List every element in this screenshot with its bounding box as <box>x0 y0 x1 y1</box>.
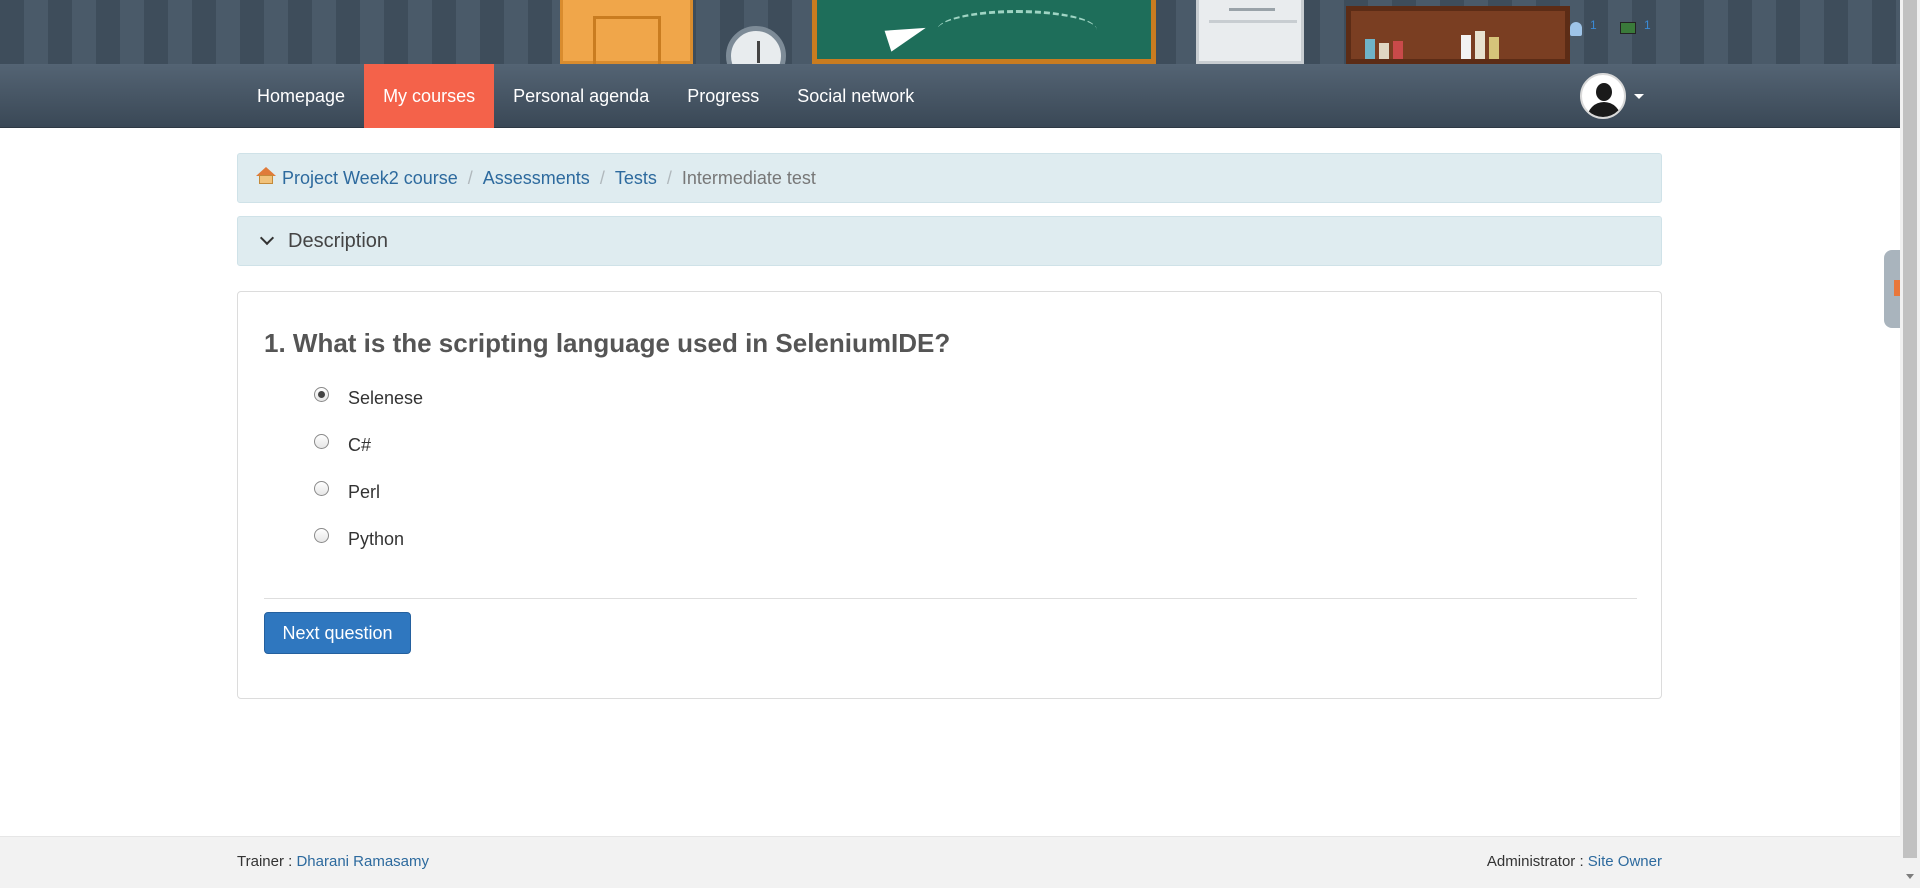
door-illustration <box>560 0 693 64</box>
cabinet-illustration <box>1196 0 1304 64</box>
breadcrumb-current: Intermediate test <box>681 167 816 188</box>
breadcrumb-assessments-link[interactable]: Assessments <box>483 168 590 189</box>
next-question-button[interactable]: Next question <box>264 612 411 654</box>
bookshelf-illustration <box>1346 6 1570 64</box>
scroll-down-arrow-icon[interactable] <box>1906 874 1914 879</box>
administrator-name-link[interactable]: Site Owner <box>1588 853 1662 870</box>
trainer-label: Trainer : <box>237 853 293 870</box>
breadcrumb: Project Week2 course / Assessments / Tes… <box>237 153 1662 203</box>
description-label: Description <box>288 229 389 252</box>
answer-option-label: Perl <box>348 482 381 502</box>
answer-option-perl[interactable]: Perl <box>314 481 381 503</box>
nav-item-personal-agenda[interactable]: Personal agenda <box>494 64 668 128</box>
user-menu-caret-icon[interactable] <box>1634 94 1644 99</box>
breadcrumb-tests-link[interactable]: Tests <box>615 168 657 189</box>
breadcrumb-separator: / <box>467 167 473 188</box>
header-banner: 1 1 <box>0 0 1900 64</box>
footer-trainer: Trainer : Dharani Ramasamy <box>237 853 429 870</box>
nav-item-progress[interactable]: Progress <box>668 64 778 128</box>
main-navbar: Homepage My courses Personal agenda Prog… <box>0 64 1900 128</box>
radio-button[interactable] <box>314 387 329 402</box>
online-users-count[interactable]: 1 <box>1590 18 1597 32</box>
chalkboard-illustration <box>812 0 1156 64</box>
answer-option-csharp[interactable]: C# <box>314 434 372 456</box>
user-avatar[interactable] <box>1580 73 1626 119</box>
page-scrollbar[interactable] <box>1900 0 1920 888</box>
breadcrumb-separator: / <box>599 167 605 188</box>
flag-icon[interactable] <box>1620 22 1636 34</box>
question-title: 1. What is the scripting language used i… <box>264 328 951 358</box>
answer-option-python[interactable]: Python <box>314 528 405 550</box>
flag-count[interactable]: 1 <box>1644 18 1651 32</box>
answer-option-label: C# <box>348 435 372 455</box>
nav-item-social-network[interactable]: Social network <box>778 64 933 128</box>
side-panel-tab[interactable] <box>1884 250 1900 328</box>
answer-option-label: Python <box>348 529 405 549</box>
clock-illustration <box>726 26 786 64</box>
question-panel: 1. What is the scripting language used i… <box>237 291 1662 699</box>
answer-option-selenese[interactable]: Selenese <box>314 387 424 409</box>
nav-menu: Homepage My courses Personal agenda Prog… <box>238 64 933 128</box>
radio-button[interactable] <box>314 434 329 449</box>
online-users-icon[interactable] <box>1570 22 1582 36</box>
footer-administrator: Administrator : Site Owner <box>1487 853 1662 870</box>
breadcrumb-separator: / <box>666 167 672 188</box>
administrator-label: Administrator : <box>1486 853 1584 870</box>
chevron-down-icon <box>259 230 275 246</box>
breadcrumb-course-link[interactable]: Project Week2 course <box>282 168 458 189</box>
footer: Trainer : Dharani Ramasamy Administrator… <box>0 836 1900 888</box>
description-toggle[interactable]: Description <box>237 216 1662 266</box>
nav-item-homepage[interactable]: Homepage <box>238 64 364 128</box>
home-icon[interactable] <box>256 167 276 185</box>
radio-button[interactable] <box>314 481 329 496</box>
radio-button[interactable] <box>314 528 329 543</box>
trainer-name-link[interactable]: Dharani Ramasamy <box>296 853 429 870</box>
scrollbar-thumb[interactable] <box>1903 0 1917 858</box>
nav-item-my-courses[interactable]: My courses <box>364 64 495 128</box>
answer-option-label: Selenese <box>348 388 424 408</box>
divider <box>264 598 1637 599</box>
